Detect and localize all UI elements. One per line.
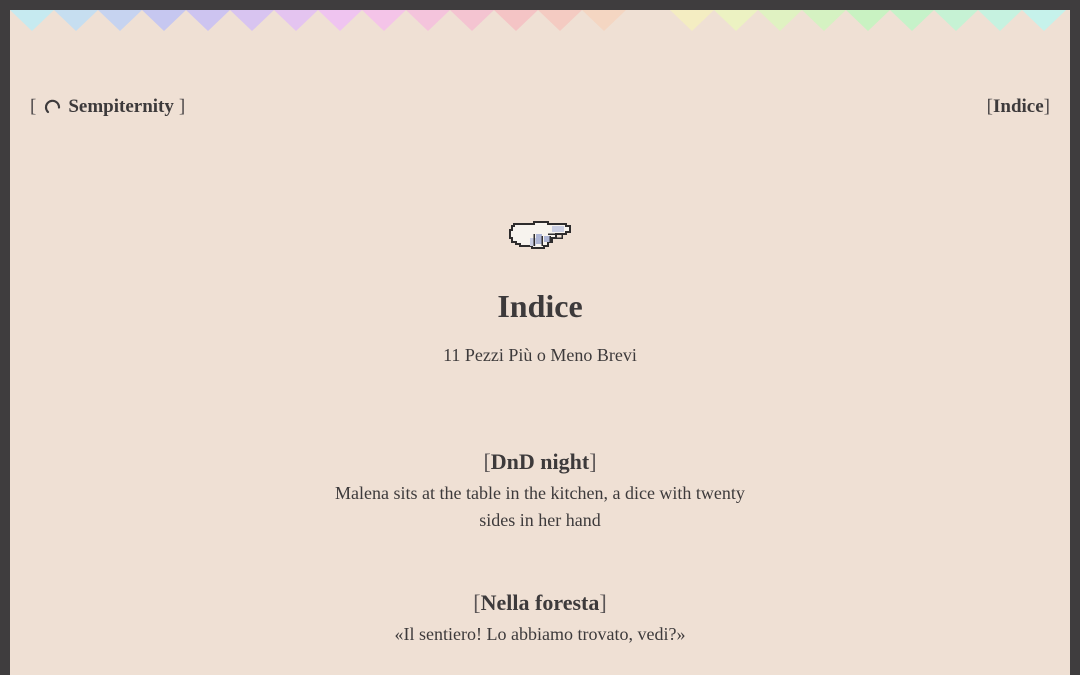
bunting-decoration [10,10,1066,31]
bunting-flag [406,10,450,31]
site-header: [ Sempiternity ] [Indice] [30,96,1050,124]
story-title: DnD night [490,449,590,474]
brand-open-bracket: [ [30,96,37,117]
brand-close-bracket: ] [178,96,186,117]
nav-link-indice[interactable]: [Indice] [987,96,1050,118]
bunting-flag [978,10,1022,31]
bunting-flag [890,10,934,31]
page-subtitle: 11 Pezzi Più o Meno Brevi [443,345,637,365]
bunting-flag [670,10,714,31]
title-close-bracket: ] [599,590,607,615]
nav-close-bracket: ] [1043,96,1050,117]
bunting-flag [934,10,978,31]
bunting-flag [802,10,846,31]
bunting-flag [582,10,626,31]
story-entry: [Nella foresta] «Il sentiero! Lo abbiamo… [320,589,760,648]
bunting-flag [186,10,230,31]
title-open-bracket: [ [473,590,481,615]
page-container: [ Sempiternity ] [Indice] Indice 11 Pezz… [10,10,1070,675]
story-description: Malena sits at the table in the kitchen,… [335,483,745,530]
page-title: Indice [497,288,583,324]
bunting-flag [714,10,758,31]
story-title-link[interactable]: [Nella foresta] [473,589,606,617]
nav-link-label: Indice [992,96,1044,117]
bunting-flag [318,10,362,31]
title-close-bracket: ] [589,449,597,474]
bunting-flag [494,10,538,31]
story-entry: [DnD night] Malena sits at the table in … [320,448,760,534]
bunting-flag [10,10,54,31]
bunting-flag [142,10,186,31]
bunting-flag [450,10,494,31]
site-title: Sempiternity [68,96,174,117]
bunting-flag [54,10,98,31]
bunting-flag [846,10,890,31]
site-brand-link[interactable]: [ Sempiternity ] [30,96,185,118]
story-title: Nella foresta [480,590,600,615]
bunting-flag [98,10,142,31]
story-title-link[interactable]: [DnD night] [483,448,596,476]
bunting-flag [538,10,582,31]
story-description: «Il sentiero! Lo abbiamo trovato, vedi?» [394,624,686,644]
title-open-bracket: [ [483,449,491,474]
bunting-flag [758,10,802,31]
pointing-hand-icon [509,221,571,249]
spinner-icon [44,98,62,116]
bunting-flag [274,10,318,31]
bunting-flag [362,10,406,31]
bunting-flag [1022,10,1066,31]
bunting-flag [230,10,274,31]
